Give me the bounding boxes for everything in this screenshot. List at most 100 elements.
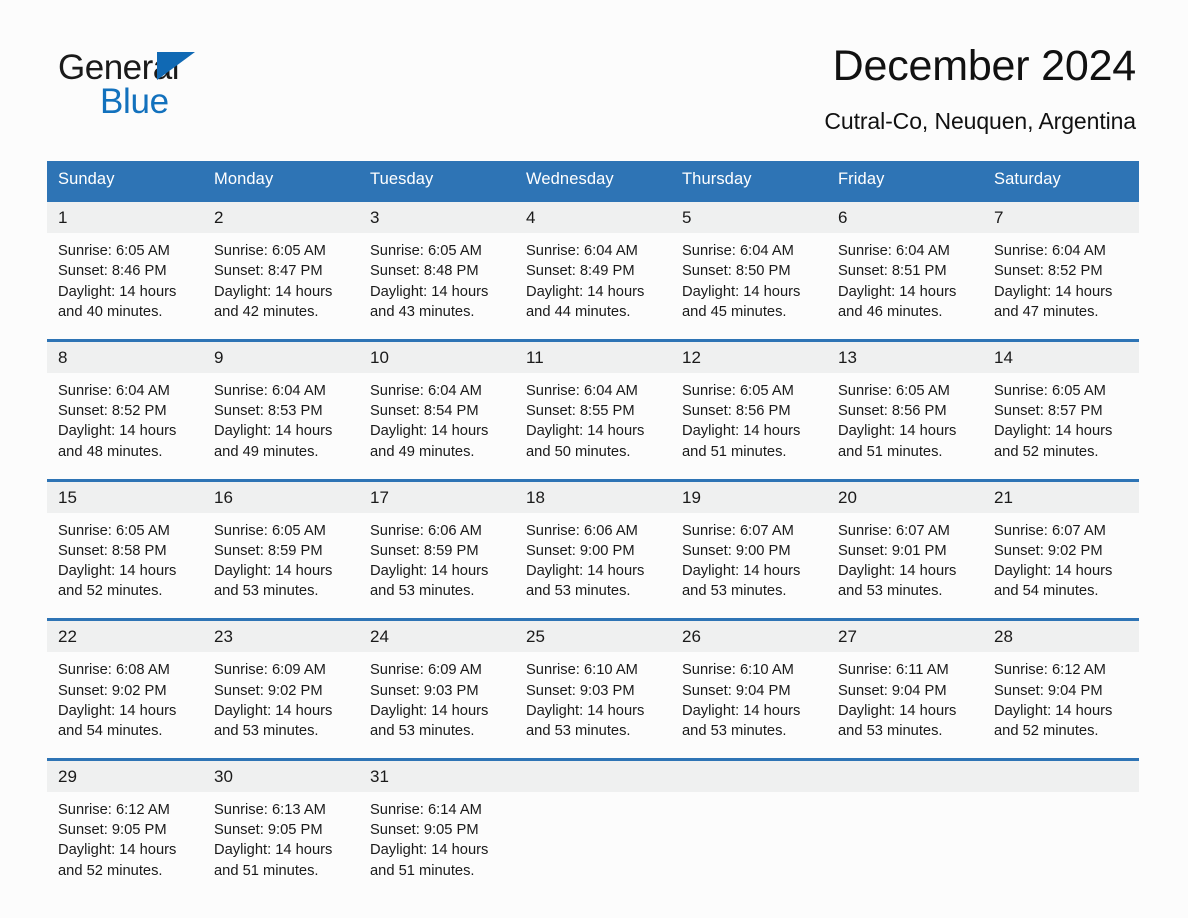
calendar-day-cell[interactable]: 27 Sunrise: 6:11 AM Sunset: 9:04 PM Dayligh… bbox=[827, 618, 983, 742]
day-number: 9 bbox=[203, 341, 359, 373]
daylight-text: Daylight: 14 hours and 53 minutes. bbox=[214, 702, 333, 740]
calendar-day-cell[interactable]: 12 Sunrise: 6:05 AM Sunset: 8:56 PM Dayligh… bbox=[671, 338, 827, 463]
day-number: 4 bbox=[515, 202, 671, 234]
page-header: General Blue December 2024 Cutral-Co, Ne… bbox=[0, 0, 1188, 135]
week-spacer bbox=[47, 462, 1139, 481]
sunset-text: Sunset: 9:01 PM bbox=[838, 542, 947, 559]
calendar-day-cell[interactable]: 13 Sunrise: 6:05 AM Sunset: 8:56 PM Dayligh… bbox=[827, 338, 983, 463]
generalblue-logo[interactable]: General Blue bbox=[58, 44, 218, 119]
sunset-text: Sunset: 9:04 PM bbox=[838, 682, 947, 699]
day-number: 5 bbox=[671, 202, 827, 234]
calendar-day-cell[interactable]: 18 Sunrise: 6:06 AM Sunset: 9:00 PM Dayligh… bbox=[515, 478, 671, 602]
daylight-text: Daylight: 14 hours and 48 minutes. bbox=[58, 423, 177, 460]
calendar-day-cell[interactable]: 30 Sunrise: 6:13 AM Sunset: 9:05 PM Dayligh… bbox=[203, 757, 359, 882]
sunset-text: Sunset: 9:05 PM bbox=[58, 822, 167, 839]
sunrise-text: Sunrise: 6:04 AM bbox=[682, 243, 794, 260]
sunrise-text: Sunrise: 6:06 AM bbox=[370, 522, 482, 539]
calendar-day-cell[interactable]: 2 Sunrise: 6:05 AM Sunset: 8:47 PM Daylight… bbox=[203, 199, 359, 323]
daylight-text: Daylight: 14 hours and 53 minutes. bbox=[370, 563, 489, 600]
calendar-day-cell[interactable]: 17 Sunrise: 6:06 AM Sunset: 8:59 PM Dayligh… bbox=[359, 478, 515, 602]
sunrise-text: Sunrise: 6:09 AM bbox=[214, 662, 326, 679]
sunrise-text: Sunrise: 6:12 AM bbox=[994, 662, 1106, 679]
calendar-day-cell[interactable]: 10 Sunrise: 6:04 AM Sunset: 8:54 PM Dayligh… bbox=[359, 338, 515, 463]
day-number: 24 bbox=[359, 621, 515, 653]
day-number bbox=[983, 760, 1139, 792]
daylight-text: Daylight: 14 hours and 53 minutes. bbox=[838, 563, 957, 600]
sunset-text: Sunset: 8:50 PM bbox=[682, 263, 791, 280]
calendar-day-cell[interactable]: 19 Sunrise: 6:07 AM Sunset: 9:00 PM Dayligh… bbox=[671, 478, 827, 602]
day-details: Sunrise: 6:05 AM Sunset: 8:56 PM Daylight:… bbox=[827, 373, 983, 462]
sunrise-text: Sunrise: 6:05 AM bbox=[214, 243, 326, 260]
day-number: 13 bbox=[827, 341, 983, 373]
calendar-day-cell[interactable]: 6 Sunrise: 6:04 AM Sunset: 8:51 PM Daylight… bbox=[827, 199, 983, 323]
calendar-day-cell[interactable]: 14 Sunrise: 6:05 AM Sunset: 8:57 PM Dayligh… bbox=[983, 338, 1139, 463]
calendar-day-cell[interactable]: 23 Sunrise: 6:09 AM Sunset: 9:02 PM Dayligh… bbox=[203, 618, 359, 742]
day-details: Sunrise: 6:05 AM Sunset: 8:56 PM Daylight:… bbox=[671, 373, 827, 462]
daylight-text: Daylight: 14 hours and 46 minutes. bbox=[838, 283, 957, 321]
calendar-day-cell[interactable]: 25 Sunrise: 6:10 AM Sunset: 9:03 PM Dayligh… bbox=[515, 618, 671, 742]
calendar-day-cell[interactable]: 15 Sunrise: 6:05 AM Sunset: 8:58 PM Dayligh… bbox=[47, 478, 203, 602]
calendar-day-cell[interactable]: 21 Sunrise: 6:07 AM Sunset: 9:02 PM Dayligh… bbox=[983, 478, 1139, 602]
day-details: Sunrise: 6:10 AM Sunset: 9:03 PM Daylight:… bbox=[515, 652, 671, 741]
daylight-text: Daylight: 14 hours and 50 minutes. bbox=[526, 423, 645, 460]
calendar-day-cell[interactable]: 1 Sunrise: 6:05 AM Sunset: 8:46 PM Daylight… bbox=[47, 199, 203, 323]
day-number: 22 bbox=[47, 621, 203, 653]
daylight-text: Daylight: 14 hours and 47 minutes. bbox=[994, 283, 1113, 321]
calendar-day-cell[interactable]: 7 Sunrise: 6:04 AM Sunset: 8:52 PM Daylight… bbox=[983, 199, 1139, 323]
day-number: 6 bbox=[827, 202, 983, 234]
daylight-text: Daylight: 14 hours and 53 minutes. bbox=[526, 702, 645, 740]
day-details: Sunrise: 6:06 AM Sunset: 8:59 PM Daylight:… bbox=[359, 513, 515, 602]
sunrise-text: Sunrise: 6:04 AM bbox=[838, 243, 950, 260]
sunset-text: Sunset: 9:04 PM bbox=[994, 682, 1103, 699]
calendar-day-cell-empty bbox=[827, 757, 983, 882]
calendar-day-cell[interactable]: 22 Sunrise: 6:08 AM Sunset: 9:02 PM Dayligh… bbox=[47, 618, 203, 742]
day-details: Sunrise: 6:04 AM Sunset: 8:54 PM Daylight:… bbox=[359, 373, 515, 462]
daylight-text: Daylight: 14 hours and 53 minutes. bbox=[370, 702, 489, 740]
daylight-text: Daylight: 14 hours and 49 minutes. bbox=[214, 423, 333, 460]
calendar-day-cell[interactable]: 5 Sunrise: 6:04 AM Sunset: 8:50 PM Daylight… bbox=[671, 199, 827, 323]
day-details: Sunrise: 6:06 AM Sunset: 9:00 PM Daylight:… bbox=[515, 513, 671, 602]
sunrise-text: Sunrise: 6:05 AM bbox=[994, 382, 1106, 399]
day-number: 1 bbox=[47, 202, 203, 234]
page-title: December 2024 bbox=[832, 42, 1137, 90]
calendar-header-row: Sunday Monday Tuesday Wednesday Thursday… bbox=[47, 161, 1139, 201]
calendar-day-cell[interactable]: 26 Sunrise: 6:10 AM Sunset: 9:04 PM Dayligh… bbox=[671, 618, 827, 742]
sunset-text: Sunset: 9:02 PM bbox=[214, 682, 323, 699]
sunset-text: Sunset: 8:59 PM bbox=[214, 542, 323, 559]
sunrise-text: Sunrise: 6:04 AM bbox=[370, 382, 482, 399]
calendar-week-row: 1 Sunrise: 6:05 AM Sunset: 8:46 PM Daylight… bbox=[47, 199, 1139, 323]
sunset-text: Sunset: 9:03 PM bbox=[526, 682, 635, 699]
daylight-text: Daylight: 14 hours and 51 minutes. bbox=[370, 842, 489, 879]
day-number: 21 bbox=[983, 481, 1139, 513]
sunset-text: Sunset: 9:05 PM bbox=[214, 822, 323, 839]
calendar-day-cell[interactable]: 11 Sunrise: 6:04 AM Sunset: 8:55 PM Dayligh… bbox=[515, 338, 671, 463]
weekday-header-friday: Friday bbox=[827, 161, 983, 201]
day-details: Sunrise: 6:13 AM Sunset: 9:05 PM Daylight:… bbox=[203, 792, 359, 881]
day-number: 12 bbox=[671, 341, 827, 373]
daylight-text: Daylight: 14 hours and 45 minutes. bbox=[682, 283, 801, 321]
sunrise-text: Sunrise: 6:07 AM bbox=[994, 522, 1106, 539]
sunset-text: Sunset: 8:47 PM bbox=[214, 263, 323, 280]
calendar-day-cell[interactable]: 24 Sunrise: 6:09 AM Sunset: 9:03 PM Dayligh… bbox=[359, 618, 515, 742]
calendar-day-cell[interactable]: 29 Sunrise: 6:12 AM Sunset: 9:05 PM Dayligh… bbox=[47, 757, 203, 882]
sunrise-text: Sunrise: 6:04 AM bbox=[214, 382, 326, 399]
sunrise-text: Sunrise: 6:04 AM bbox=[994, 243, 1106, 260]
sunrise-text: Sunrise: 6:09 AM bbox=[370, 662, 482, 679]
calendar-day-cell[interactable]: 28 Sunrise: 6:12 AM Sunset: 9:04 PM Dayligh… bbox=[983, 618, 1139, 742]
sunrise-text: Sunrise: 6:07 AM bbox=[838, 522, 950, 539]
calendar-day-cell[interactable]: 16 Sunrise: 6:05 AM Sunset: 8:59 PM Dayligh… bbox=[203, 478, 359, 602]
calendar-day-cell[interactable]: 31 Sunrise: 6:14 AM Sunset: 9:05 PM Dayligh… bbox=[359, 757, 515, 882]
sunset-text: Sunset: 9:02 PM bbox=[994, 542, 1103, 559]
sunset-text: Sunset: 9:05 PM bbox=[370, 822, 479, 839]
calendar-day-cell[interactable]: 4 Sunrise: 6:04 AM Sunset: 8:49 PM Daylight… bbox=[515, 199, 671, 323]
day-number: 10 bbox=[359, 341, 515, 373]
calendar-day-cell[interactable]: 8 Sunrise: 6:04 AM Sunset: 8:52 PM Daylight… bbox=[47, 338, 203, 463]
day-details: Sunrise: 6:12 AM Sunset: 9:05 PM Daylight:… bbox=[47, 792, 203, 881]
calendar-day-cell[interactable]: 20 Sunrise: 6:07 AM Sunset: 9:01 PM Dayligh… bbox=[827, 478, 983, 602]
calendar-day-cell[interactable]: 3 Sunrise: 6:05 AM Sunset: 8:48 PM Daylight… bbox=[359, 199, 515, 323]
day-details: Sunrise: 6:05 AM Sunset: 8:58 PM Daylight:… bbox=[47, 513, 203, 602]
day-details: Sunrise: 6:07 AM Sunset: 9:02 PM Daylight:… bbox=[983, 513, 1139, 602]
sunset-text: Sunset: 8:46 PM bbox=[58, 263, 167, 280]
sunrise-text: Sunrise: 6:08 AM bbox=[58, 662, 170, 679]
calendar-day-cell[interactable]: 9 Sunrise: 6:04 AM Sunset: 8:53 PM Daylight… bbox=[203, 338, 359, 463]
